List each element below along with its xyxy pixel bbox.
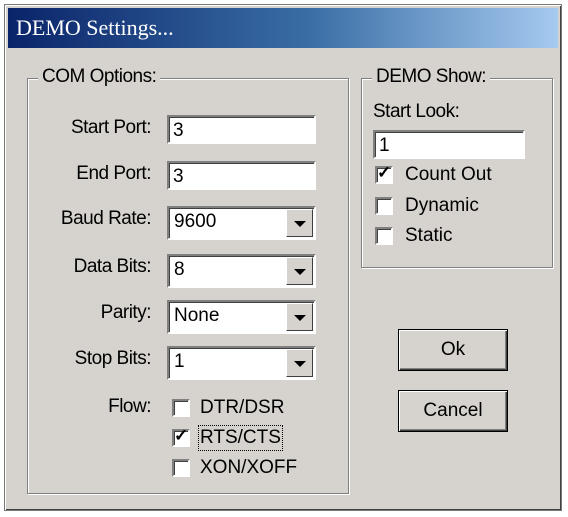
parity-value: None [174, 305, 220, 326]
xon-xoff-checkbox[interactable] [172, 459, 190, 477]
chevron-down-icon[interactable] [286, 349, 313, 377]
parity-select[interactable]: None [167, 300, 316, 334]
dtr-dsr-label[interactable]: DTR/DSR [200, 397, 284, 419]
start-port-label: Start Port: [70, 117, 152, 138]
window-title: DEMO Settings... [16, 15, 174, 40]
rts-cts-checkbox[interactable]: ✓ [172, 426, 190, 447]
flow-label: Flow: [108, 396, 151, 417]
baud-rate-value: 9600 [174, 211, 217, 232]
count-out-label[interactable]: Count Out [405, 164, 492, 186]
stop-bits-value: 1 [174, 351, 185, 372]
rts-cts-label[interactable]: RTS/CTS [198, 425, 283, 451]
end-port-field[interactable]: 3 [167, 161, 316, 190]
start-look-field[interactable]: 1 [373, 130, 525, 159]
baud-rate-label: Baud Rate: [60, 208, 152, 229]
chevron-down-icon[interactable] [286, 303, 313, 331]
end-port-label: End Port: [76, 163, 151, 184]
settings-dialog: DEMO Settings... COM Options: Start Port… [4, 4, 562, 511]
chevron-down-icon[interactable] [286, 209, 313, 237]
start-look-label: Start Look: [373, 101, 460, 122]
ok-button[interactable]: Ok [398, 329, 508, 371]
checkmark-icon: ✓ [174, 426, 189, 445]
baud-rate-select[interactable]: 9600 [167, 206, 316, 240]
parity-label: Parity: [100, 302, 152, 323]
data-bits-value: 8 [174, 259, 185, 280]
dynamic-label[interactable]: Dynamic [405, 195, 479, 217]
xon-xoff-label[interactable]: XON/XOFF [200, 457, 297, 479]
dynamic-checkbox[interactable] [375, 197, 393, 215]
cancel-button[interactable]: Cancel [398, 390, 508, 432]
dtr-dsr-checkbox[interactable] [172, 399, 190, 417]
count-out-checkbox[interactable]: ✓ [375, 163, 393, 184]
data-bits-label: Data Bits: [73, 256, 152, 277]
checkmark-icon: ✓ [377, 163, 392, 182]
title-bar: DEMO Settings... [8, 8, 558, 48]
stop-bits-label: Stop Bits: [74, 348, 152, 369]
start-port-field[interactable]: 3 [167, 115, 316, 144]
demo-show-legend: DEMO Show: [372, 66, 491, 88]
static-label[interactable]: Static [405, 225, 453, 247]
static-checkbox[interactable] [375, 227, 393, 245]
stop-bits-select[interactable]: 1 [167, 346, 316, 380]
data-bits-select[interactable]: 8 [167, 254, 316, 288]
com-options-legend: COM Options: [38, 66, 161, 88]
chevron-down-icon[interactable] [286, 257, 313, 285]
